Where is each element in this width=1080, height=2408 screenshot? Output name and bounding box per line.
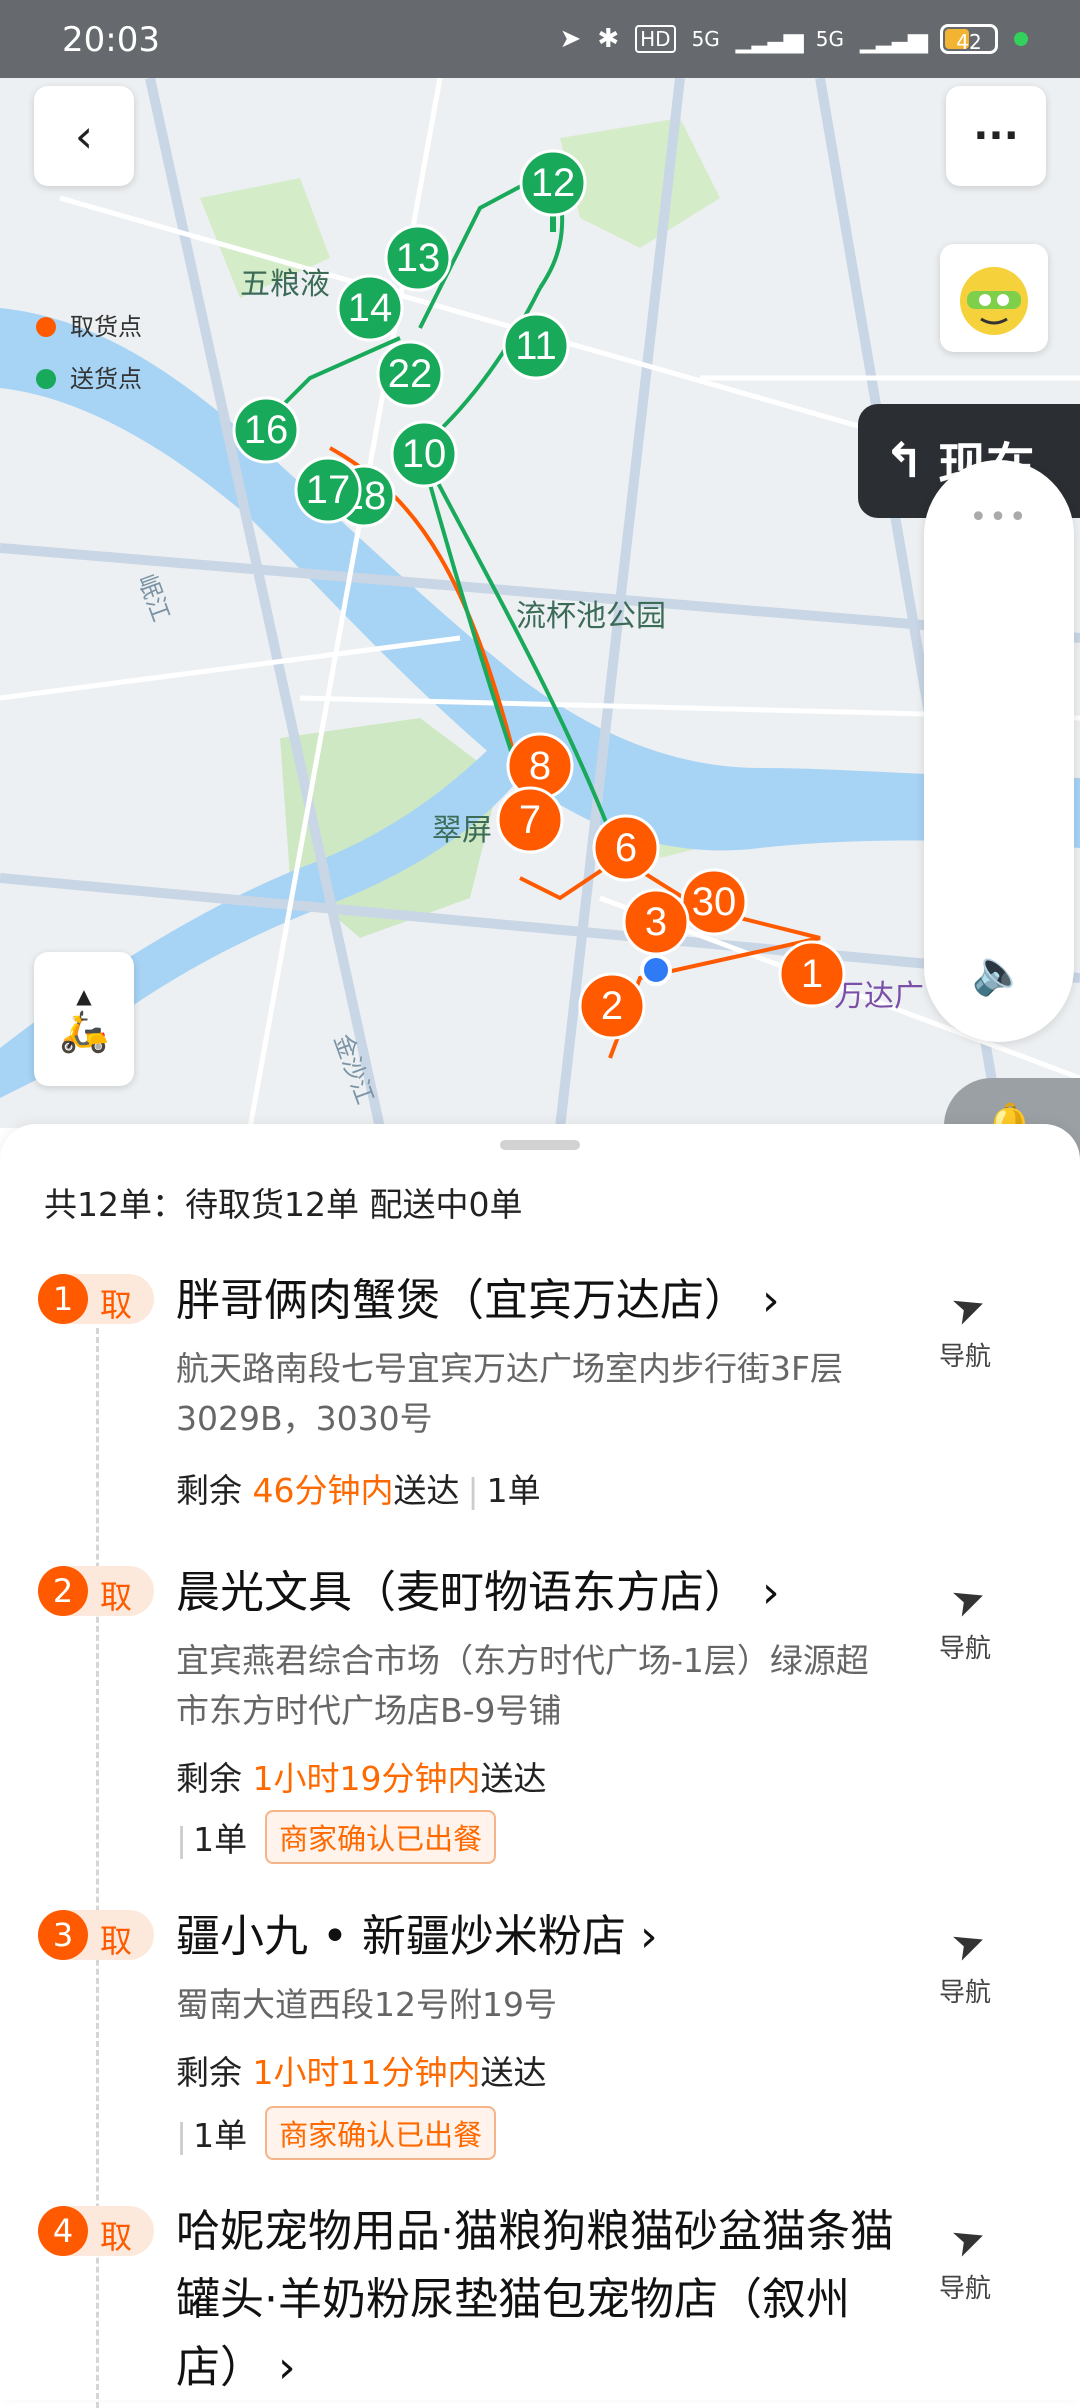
hd-icon: HD: [635, 25, 676, 53]
delivery-pin[interactable]: 12: [519, 149, 587, 232]
caret-up-icon: ▲: [76, 983, 92, 1008]
store-address: 航天路南段七号宜宾万达广场室内步行街3F层3029B，3030号: [176, 1349, 843, 1438]
delivery-pin[interactable]: 22: [376, 340, 444, 408]
avatar-button[interactable]: [940, 244, 1048, 352]
speaker-icon[interactable]: 🔈: [924, 946, 1074, 998]
order-summary: 共12单：待取货12单 配送中0单: [44, 1185, 523, 1224]
svg-text:13: 13: [396, 236, 441, 280]
order-badge: 1取: [38, 1274, 154, 1324]
location-icon: ➤: [559, 24, 582, 54]
navigate-arrow-icon: ➤: [945, 2212, 993, 2268]
navigate-arrow-icon: ➤: [945, 1280, 993, 1336]
status-icons: ➤ ✱ HD 5G ▁▂▃▅ 5G ▁▂▃▅ 42: [560, 24, 1028, 54]
delivery-pin[interactable]: 16: [232, 396, 300, 464]
rider-avatar-icon: [960, 267, 1028, 335]
signal-5g-icon-2: 5G: [815, 27, 845, 51]
battery-icon: 42: [940, 24, 998, 54]
status-time: 20:03: [62, 20, 160, 60]
svg-text:10: 10: [402, 432, 447, 476]
svg-text:2: 2: [601, 984, 623, 1028]
svg-text:30: 30: [692, 880, 737, 924]
delivery-pin[interactable]: 13: [384, 224, 452, 292]
status-bar: 20:03 ➤ ✱ HD 5G ▁▂▃▅ 5G ▁▂▃▅ 42: [0, 0, 1080, 78]
pickup-pin[interactable]: 7: [496, 786, 564, 854]
svg-text:11: 11: [515, 324, 557, 368]
delivery-pin[interactable]: 14: [336, 274, 404, 342]
pickup-pin[interactable]: 2: [578, 972, 646, 1040]
store-name[interactable]: 疆小九 • 新疆炒米粉店 ›: [176, 1902, 896, 1972]
svg-text:14: 14: [348, 286, 393, 330]
order-badge: 4取: [38, 2206, 154, 2256]
pickup-pin[interactable]: 1: [778, 940, 846, 1008]
chevron-right-icon: ›: [639, 1911, 658, 1962]
svg-text:22: 22: [388, 352, 433, 396]
svg-text:6: 6: [615, 826, 637, 870]
status-badge: 商家确认已出餐: [265, 2106, 497, 2160]
status-badge: 商家确认已出餐: [265, 1810, 497, 1864]
more-button[interactable]: ···: [946, 86, 1046, 186]
svg-text:12: 12: [531, 161, 576, 205]
bluetooth-icon: ✱: [597, 24, 620, 54]
map-place-label: 五粮液: [240, 267, 330, 302]
store-address: 宜宾燕君综合市场（东方时代广场-1层）绿源超市东方时代广场店B-9号铺: [176, 1641, 869, 1730]
route-map[interactable]: 五粮液 流杯池公园 翠屏 万达广 岷江 金沙江 12 13 14 11 22 1…: [0, 78, 1080, 1128]
delivery-pin[interactable]: 10: [390, 420, 458, 488]
navigate-arrow-icon: ➤: [945, 1916, 993, 1972]
pickup-pin[interactable]: 3: [622, 888, 690, 956]
transport-mode-button[interactable]: ▲ 🛵: [34, 952, 134, 1086]
store-address: 蜀南大道西段12号附19号: [176, 1985, 557, 2024]
signal-5g-icon: 5G: [691, 27, 720, 51]
more-dots-icon: ···: [973, 113, 1019, 159]
store-name[interactable]: 胖哥俩肉蟹煲（宜宾万达店） ›: [176, 1266, 896, 1336]
map-canvas[interactable]: 五粮液 流杯池公园 翠屏 万达广 岷江 金沙江 12 13 14 11 22 1…: [0, 78, 1080, 1128]
delivery-pin[interactable]: 17: [294, 456, 362, 524]
navigate-arrow-icon: ➤: [945, 1572, 993, 1628]
floating-side-panel[interactable]: ••• 🔈: [924, 460, 1074, 1042]
remaining-time: 剩余 1小时11分钟内送达: [176, 2053, 547, 2092]
turn-left-icon: ↰: [884, 433, 925, 489]
svg-text:17: 17: [306, 468, 351, 512]
order-badge: 3取: [38, 1910, 154, 1960]
navigate-button[interactable]: ➤ 导航: [938, 1917, 1000, 2009]
back-button[interactable]: ‹: [34, 86, 134, 186]
store-name[interactable]: 哈妮宠物用品·猫粮狗粮猫砂盆猫条猫罐头·羊奶粉尿垫猫包宠物店（叙州店） ›: [176, 2198, 896, 2402]
privacy-indicator-icon: [1014, 32, 1028, 46]
pickup-pin[interactable]: 6: [592, 814, 660, 882]
navigate-button[interactable]: ➤ 导航: [938, 1281, 1000, 1373]
signal-bars-icon-2: ▁▂▃▅: [860, 24, 928, 54]
order-list-sheet[interactable]: 共12单：待取货12单 配送中0单 1取 胖哥俩肉蟹煲（宜宾万达店） › 航天路…: [0, 1124, 1080, 2408]
map-place-label: 翠屏: [432, 813, 492, 848]
chevron-right-icon: ›: [762, 1275, 780, 1326]
navigate-button[interactable]: ➤ 导航: [938, 2213, 1000, 2305]
remaining-time: 剩余 1小时19分钟内送达: [176, 1759, 547, 1798]
map-place-label: 流杯池公园: [516, 599, 666, 634]
svg-text:7: 7: [519, 798, 541, 842]
store-name[interactable]: 晨光文具（麦町物语东方店） ›: [176, 1558, 896, 1628]
sheet-drag-handle[interactable]: [500, 1140, 580, 1150]
svg-text:3: 3: [645, 900, 667, 944]
remaining-time: 剩余 46分钟内送达 | 1单: [176, 1471, 541, 1510]
legend-item-pickup: 取货点: [36, 300, 142, 354]
map-river-label: 岷江: [132, 570, 175, 625]
panel-handle-icon[interactable]: •••: [924, 500, 1074, 535]
chevron-left-icon: ‹: [74, 109, 94, 163]
pickup-pin[interactable]: 30: [680, 868, 748, 936]
map-legend: 取货点 送货点: [36, 300, 142, 406]
order-badge: 2取: [38, 1566, 154, 1616]
navigate-button[interactable]: ➤ 导航: [938, 1573, 1000, 1665]
signal-bars-icon: ▁▂▃▅: [735, 24, 804, 54]
current-location-icon: [640, 954, 672, 986]
delivery-pin[interactable]: 11: [502, 312, 570, 380]
chevron-right-icon: ›: [762, 1567, 780, 1618]
legend-item-delivery: 送货点: [36, 352, 142, 406]
order-tags: | 1单 商家确认已出餐: [176, 2106, 497, 2160]
chevron-right-icon: ›: [278, 2342, 296, 2393]
map-place-label: 万达广: [834, 979, 924, 1014]
svg-text:1: 1: [801, 952, 823, 996]
scooter-icon: 🛵: [59, 1008, 109, 1055]
svg-text:16: 16: [244, 408, 289, 452]
order-tags: | 1单 商家确认已出餐: [176, 1810, 497, 1864]
svg-text:8: 8: [529, 744, 551, 788]
